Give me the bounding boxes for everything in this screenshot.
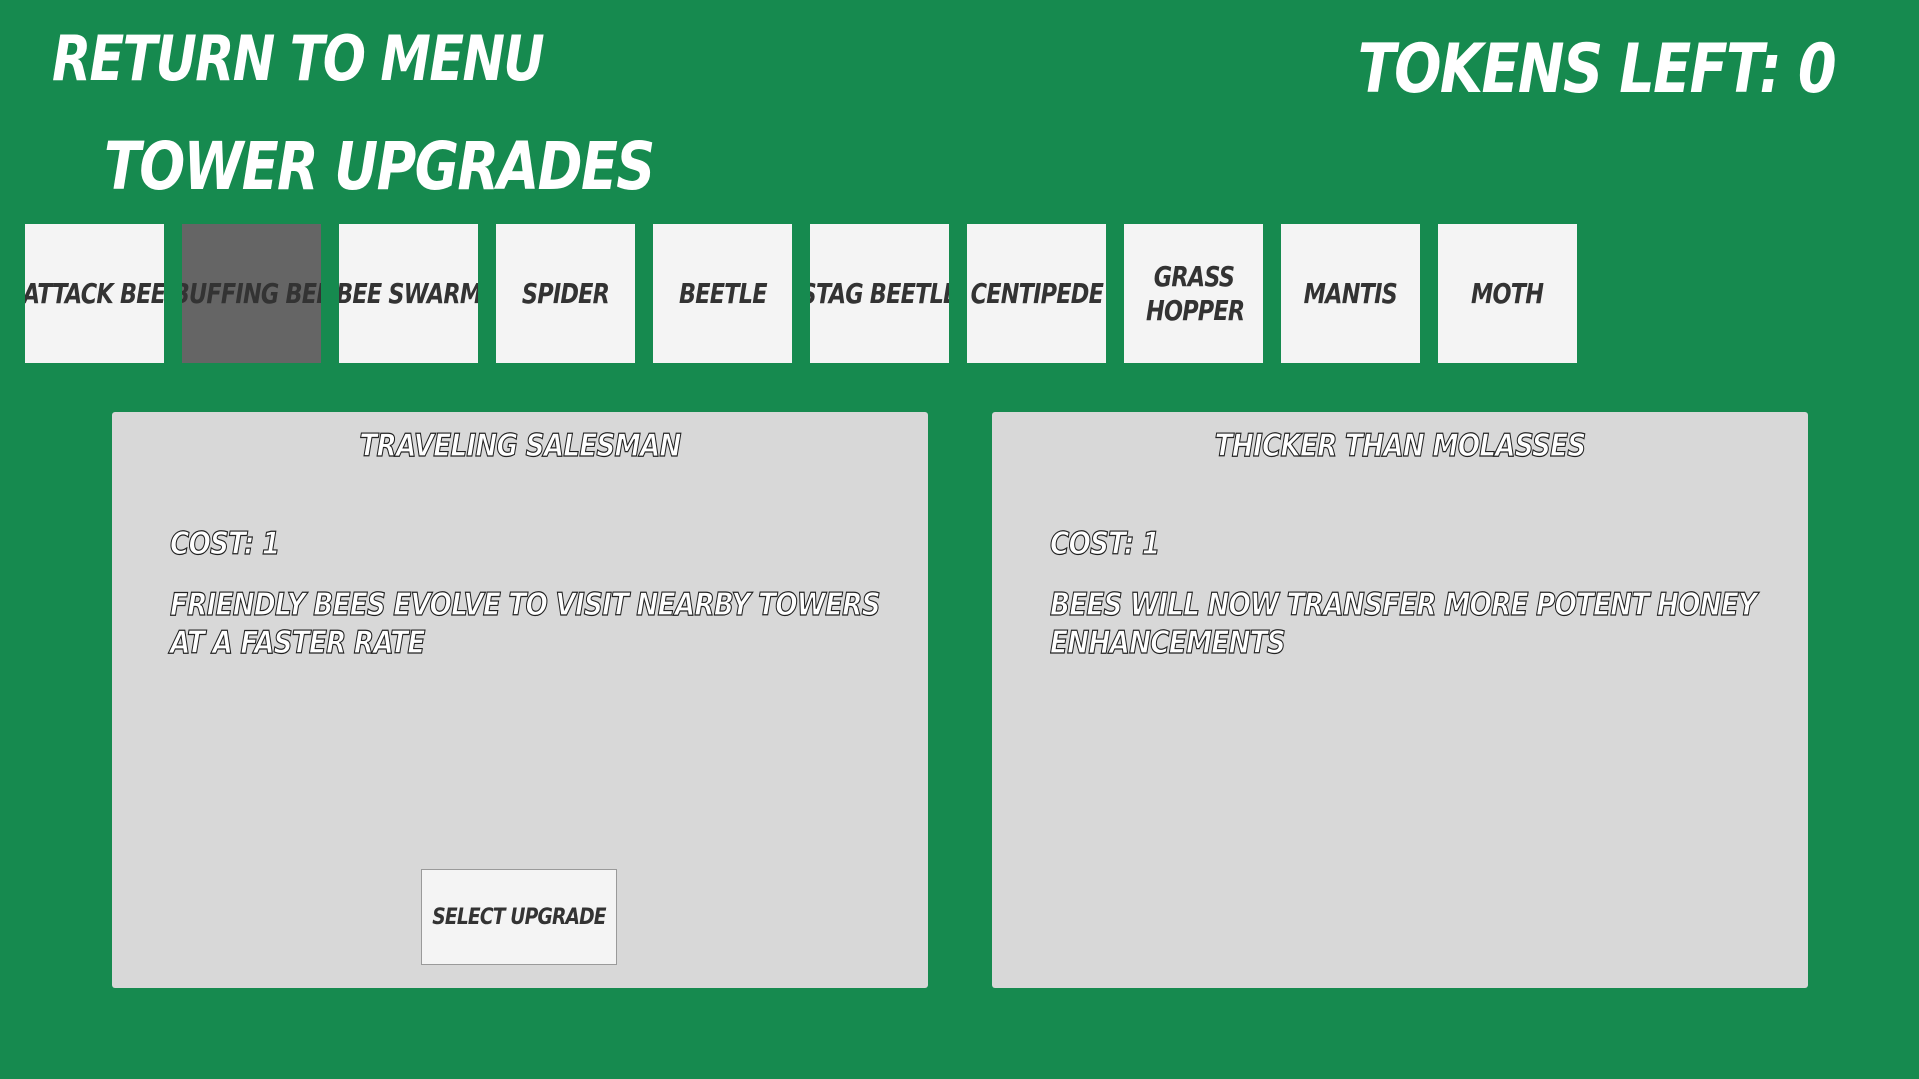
tab-spider[interactable]: Spider [496,224,635,363]
select-upgrade-label: Select Upgrade [432,904,606,930]
tab-centipede[interactable]: Centipede [967,224,1106,363]
tab-label: Beetle [678,276,768,310]
tab-label: Attack Bee [25,276,164,310]
tab-mantis[interactable]: Mantis [1281,224,1420,363]
upgrade-card-traveling-salesman: Traveling Salesman Cost: 1 Friendly bees… [112,412,928,988]
tower-tab-bar: Attack Bee Buffing Bee Bee Swarm Spider … [25,224,1585,363]
page-title: Tower Upgrades [104,128,655,205]
tab-beetle[interactable]: Beetle [653,224,792,363]
tab-moth[interactable]: Moth [1438,224,1577,363]
upgrade-card-thicker-than-molasses: Thicker than Molasses Cost: 1 Bees will … [992,412,1808,988]
tab-grass-hopper[interactable]: Grass Hopper [1124,224,1263,363]
upgrade-cost: Cost: 1 [1049,525,1160,562]
tab-label: Centipede [970,276,1103,310]
upgrade-title: Thicker than Molasses [1214,427,1587,464]
tab-label: Bee Swarm [339,276,478,310]
tab-buffing-bee[interactable]: Buffing Bee [182,224,321,363]
upgrade-description: Friendly bees evolve to visit nearby tow… [169,586,881,661]
select-upgrade-button[interactable]: Select Upgrade [421,869,617,965]
return-to-menu-button[interactable]: Return to Menu [52,22,545,96]
upgrade-cost: Cost: 1 [169,525,280,562]
tab-label: Spider [521,276,610,310]
tokens-left-counter: Tokens Left: 0 [1357,30,1837,109]
upgrade-description: Bees will now transfer more potent honey… [1049,586,1757,661]
tab-label: Buffing Bee [182,276,321,310]
tab-label: Mantis [1303,276,1398,310]
tab-label: Grass Hopper [1145,259,1245,327]
upgrade-title: Traveling Salesman [359,427,682,464]
tab-stag-beetle[interactable]: Stag Beetle [810,224,949,363]
tab-bee-swarm[interactable]: Bee Swarm [339,224,478,363]
tab-label: Stag Beetle [810,276,949,310]
tab-label: Moth [1471,276,1544,310]
tab-attack-bee[interactable]: Attack Bee [25,224,164,363]
